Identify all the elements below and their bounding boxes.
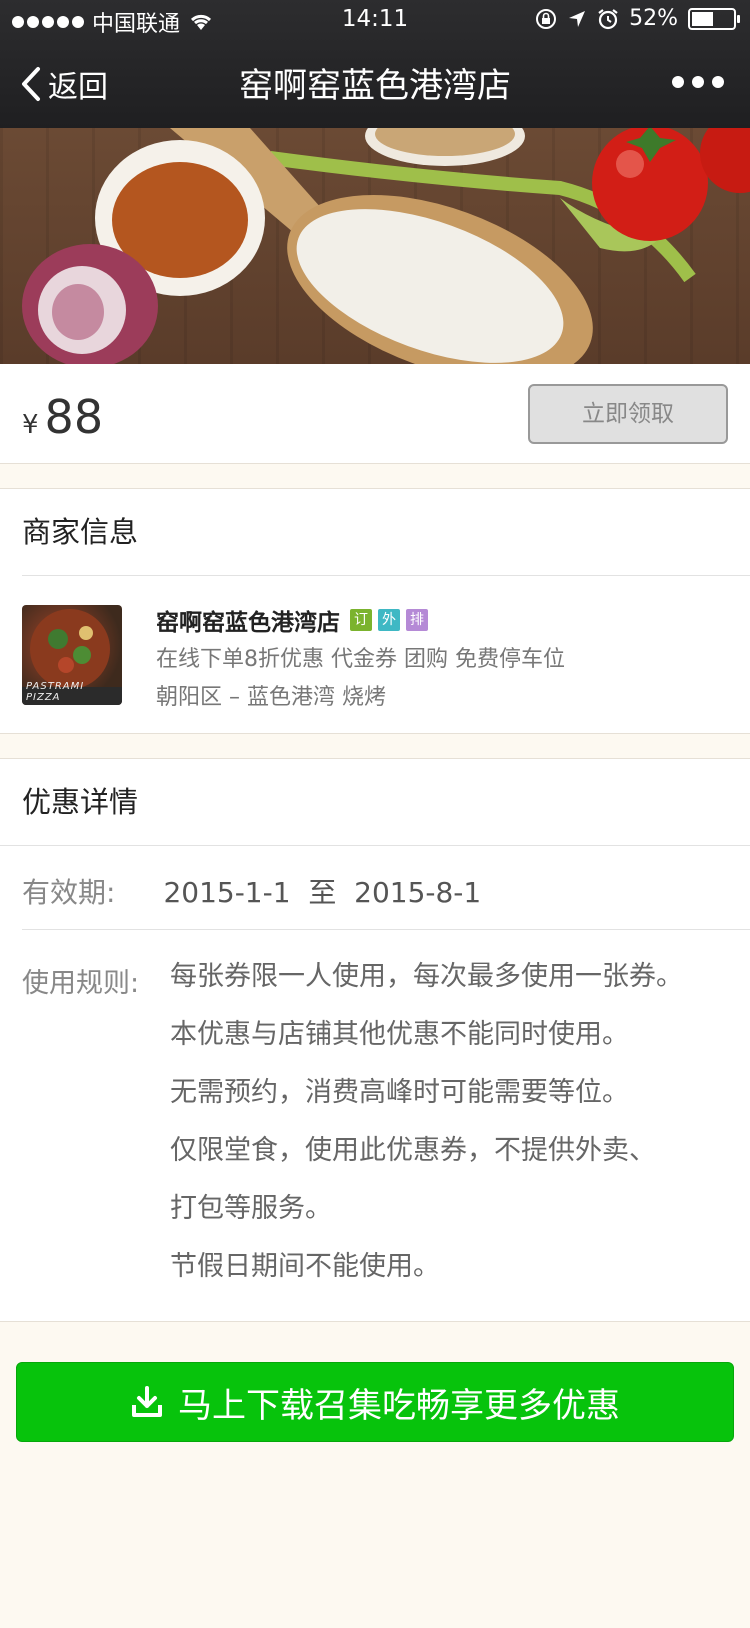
rotation-lock-icon (536, 8, 557, 29)
more-menu-button[interactable] (672, 76, 724, 88)
validity-row: 有效期: 2015-1-1 至 2015-8-1 (22, 871, 728, 911)
more-dot-icon (672, 76, 684, 88)
merchant-location: 朝阳区 – 蓝色港湾 烧烤 (156, 685, 386, 710)
coupon-price: ¥ 88 (22, 390, 103, 444)
rule-item: 仅限堂食，使用此优惠券，不提供外卖、 (170, 1135, 656, 1166)
navigation-bar: 返回 窑啊窑蓝色港湾店 (0, 40, 750, 128)
merchant-name: 窑啊窑蓝色港湾店 (156, 610, 340, 636)
coupon-price-row: ¥ 88 立即领取 (0, 364, 750, 464)
validity-label: 有效期: (22, 876, 116, 909)
coupon-detail-section: 优惠详情 有效期: 2015-1-1 至 2015-8-1 使用规则: 每张券限… (0, 758, 750, 1322)
merchant-thumbnail: PASTRAMI PIZZA (22, 605, 122, 705)
merchant-features: 在线下单8折优惠 代金券 团购 免费停车位 (156, 647, 565, 672)
banner-image (0, 128, 750, 364)
top-bar: 中国联通 14:11 52% 返回 窑啊窑蓝色港湾店 (0, 0, 750, 128)
section-divider (0, 845, 750, 846)
download-icon (132, 1386, 162, 1417)
battery-fill (692, 11, 713, 26)
download-app-button[interactable]: 马上下载召集吃畅享更多优惠 (16, 1362, 734, 1442)
thumbnail-caption: PASTRAMI PIZZA (26, 681, 85, 703)
claim-coupon-button[interactable]: 立即领取 (528, 384, 728, 444)
merchant-section-title: 商家信息 (22, 515, 139, 549)
more-dot-icon (692, 76, 704, 88)
currency-symbol: ¥ (22, 410, 39, 440)
rule-item: 每张券限一人使用，每次最多使用一张券。 (170, 961, 683, 992)
section-divider (22, 929, 750, 930)
battery-percent: 52% (629, 6, 678, 31)
rule-item: 本优惠与店铺其他优惠不能同时使用。 (170, 1019, 629, 1050)
section-divider (22, 575, 750, 576)
price-amount: 88 (44, 390, 104, 444)
location-arrow-icon (569, 10, 586, 27)
detail-section-title: 优惠详情 (22, 785, 139, 819)
merchant-card[interactable]: PASTRAMI PIZZA 窑啊窑蓝色港湾店 订 外 排 在线下单8折优惠 代… (22, 605, 728, 710)
alarm-icon (598, 8, 618, 29)
tag-takeout-badge: 外 (378, 609, 400, 631)
download-label: 马上下载召集吃畅享更多优惠 (178, 1385, 620, 1426)
validity-value: 2015-1-1 至 2015-8-1 (163, 876, 482, 909)
rules-list: 每张券限一人使用，每次最多使用一张券。 本优惠与店铺其他优惠不能同时使用。 无需… (170, 959, 740, 1307)
merchant-info-section: 商家信息 PASTRAMI PIZZA 窑啊窑蓝色港湾店 订 外 排 在线下单8… (0, 488, 750, 734)
battery-icon (688, 7, 740, 30)
page-title: 窑啊窑蓝色港湾店 (239, 66, 511, 106)
tag-queue-badge: 排 (406, 609, 428, 631)
food-ingredients-illustration (22, 128, 750, 364)
status-bar: 中国联通 14:11 52% (0, 0, 750, 40)
more-dot-icon (712, 76, 724, 88)
rule-item: 节假日期间不能使用。 (170, 1251, 440, 1282)
tag-order-badge: 订 (350, 609, 372, 631)
rule-item: 无需预约，消费高峰时可能需要等位。 (170, 1077, 629, 1108)
rules-label: 使用规则: (22, 968, 140, 999)
rule-item: 打包等服务。 (170, 1193, 332, 1224)
